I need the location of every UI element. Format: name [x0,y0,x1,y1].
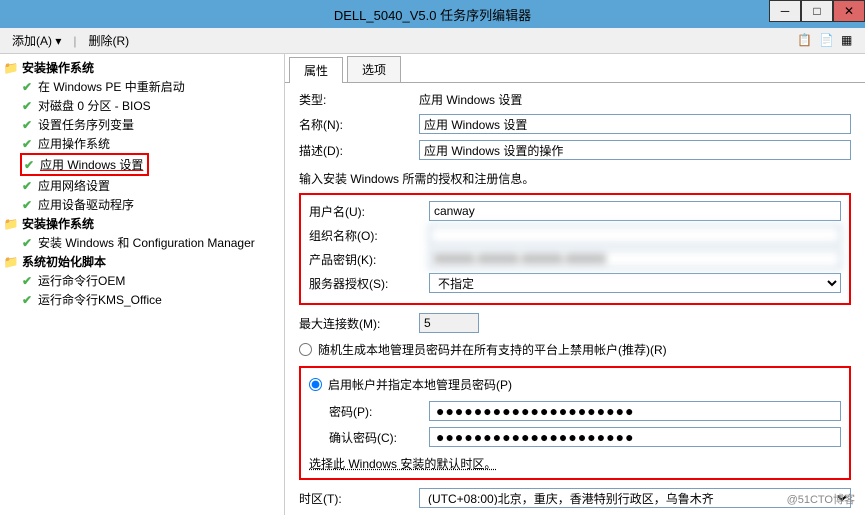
key-input[interactable] [429,249,841,269]
maximize-button[interactable]: □ [801,0,833,22]
tree-group[interactable]: 📁 安装操作系统 [4,214,280,233]
tree-item[interactable]: ✔ 运行命令行KMS_Office [4,290,280,309]
tree-item[interactable]: ✔ 对磁盘 0 分区 - BIOS [4,96,280,115]
tree-item[interactable]: ✔ 安装 Windows 和 Configuration Manager [4,233,280,252]
user-input[interactable] [429,201,841,221]
org-label: 组织名称(O): [309,227,429,244]
name-input[interactable] [419,114,851,134]
type-value: 应用 Windows 设置 [419,91,522,108]
check-icon: ✔ [20,274,34,288]
paste-icon[interactable]: 📄 [819,33,835,49]
folder-icon: 📁 [4,217,18,231]
tree-group[interactable]: 📁 系统初始化脚本 [4,252,280,271]
tree-item[interactable]: ✔ 设置任务序列变量 [4,115,280,134]
window-title: DELL_5040_V5.0 任务序列编辑器 [334,5,531,24]
type-label: 类型: [299,91,419,108]
org-input[interactable] [429,225,841,245]
titlebar: DELL_5040_V5.0 任务序列编辑器 ─ □ ✕ [0,0,865,28]
desc-input[interactable] [419,140,851,160]
pwd-confirm-label: 确认密码(C): [329,429,429,446]
section-auth: 输入安装 Windows 所需的授权和注册信息。 [299,170,851,187]
tree-group[interactable]: 📁 安装操作系统 [4,58,280,77]
minimize-button[interactable]: ─ [769,0,801,22]
tree-item[interactable]: ✔ 运行命令行OEM [4,271,280,290]
check-icon: ✔ [20,198,34,212]
tabs: 属性 选项 [285,56,865,83]
toolbar-add[interactable]: 添加(A) ▾ [8,30,65,51]
lic-label: 服务器授权(S): [309,275,429,292]
tree-item[interactable]: ✔ 在 Windows PE 中重新启动 [4,77,280,96]
radio-enable-pwd[interactable]: 启用帐户并指定本地管理员密码(P) [309,376,841,393]
radio-enable-input[interactable] [309,378,322,391]
watermark: @51CTO博客 [787,491,855,507]
tab-options[interactable]: 选项 [347,56,401,82]
auth-box: 用户名(U): 组织名称(O): 产品密钥(K): 服务器授权(S): 不指定 [299,193,851,305]
folder-icon: 📁 [4,61,18,75]
pwd-confirm-input[interactable]: ●●●●●●●●●●●●●●●●●●●●● [429,427,841,447]
toolbar: 添加(A) ▾ | 删除(R) 📋 📄 ▦ [0,28,865,54]
check-icon: ✔ [22,158,36,172]
grid-icon[interactable]: ▦ [841,33,857,49]
tab-properties[interactable]: 属性 [289,57,343,83]
check-icon: ✔ [20,137,34,151]
maxconn-input [419,313,479,333]
pwd-input[interactable]: ●●●●●●●●●●●●●●●●●●●●● [429,401,841,421]
check-icon: ✔ [20,179,34,193]
tz-section: 选择此 Windows 安装的默认时区。 [309,455,841,472]
tree-item-selected[interactable]: ✔ 应用 Windows 设置 [20,153,149,176]
pwd-box: 启用帐户并指定本地管理员密码(P) 密码(P): ●●●●●●●●●●●●●●●… [299,366,851,480]
folder-icon: 📁 [4,255,18,269]
toolbar-remove[interactable]: 删除(R) [84,30,133,51]
radio-random-input[interactable] [299,343,312,356]
copy-icon[interactable]: 📋 [797,33,813,49]
tree-item[interactable]: ✔ 应用设备驱动程序 [4,195,280,214]
close-button[interactable]: ✕ [833,0,865,22]
check-icon: ✔ [20,118,34,132]
maxconn-label: 最大连接数(M): [299,315,419,332]
check-icon: ✔ [20,236,34,250]
properties-panel: 属性 选项 类型: 应用 Windows 设置 名称(N): 描述(D): 输入… [285,54,865,515]
name-label: 名称(N): [299,116,419,133]
tree-item[interactable]: ✔ 应用网络设置 [4,176,280,195]
check-icon: ✔ [20,293,34,307]
check-icon: ✔ [20,80,34,94]
tree-panel: 📁 安装操作系统 ✔ 在 Windows PE 中重新启动 ✔ 对磁盘 0 分区… [0,54,285,515]
pwd-label: 密码(P): [329,403,429,420]
key-label: 产品密钥(K): [309,251,429,268]
window-controls: ─ □ ✕ [769,0,865,22]
user-label: 用户名(U): [309,203,429,220]
check-icon: ✔ [20,99,34,113]
lic-select[interactable]: 不指定 [429,273,841,293]
tree-item[interactable]: ✔ 应用操作系统 [4,134,280,153]
radio-random-pwd[interactable]: 随机生成本地管理员密码并在所有支持的平台上禁用帐户(推荐)(R) [299,341,851,358]
desc-label: 描述(D): [299,142,419,159]
tz-label: 时区(T): [299,490,419,507]
